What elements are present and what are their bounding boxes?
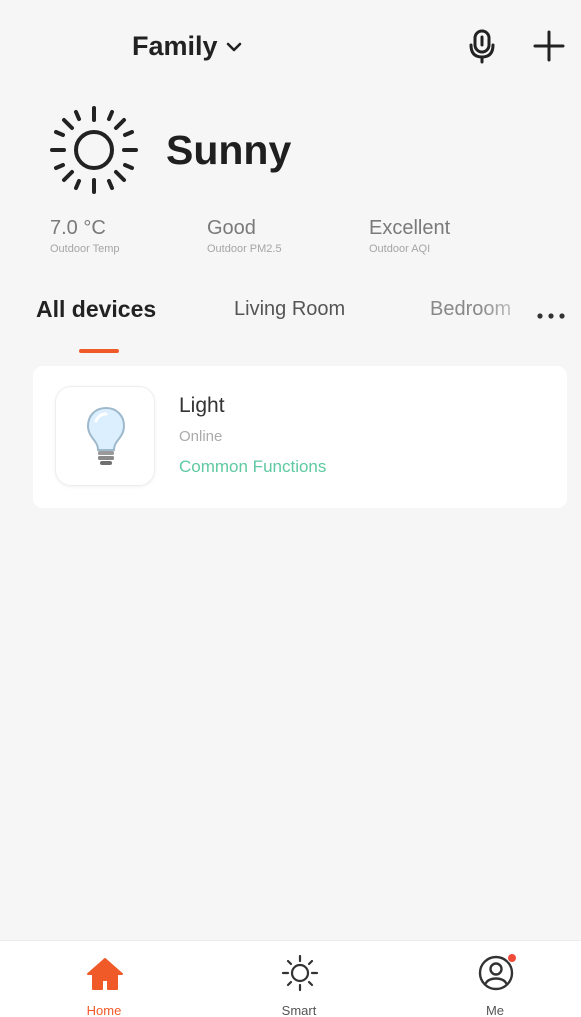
- home-icon: [87, 958, 123, 990]
- metric-value: 7.0 °C: [50, 217, 106, 239]
- metric-outdoor-temp: 7.0 °C Outdoor Temp: [50, 216, 120, 257]
- device-name: Light: [179, 394, 225, 417]
- metric-label: Outdoor AQI: [369, 243, 431, 255]
- nav-me[interactable]: Me: [455, 951, 535, 1017]
- light-bulb-icon: [86, 406, 126, 465]
- metric-value: Excellent: [369, 217, 451, 239]
- metric-label: Outdoor Temp: [50, 243, 120, 255]
- more-horizontal-icon[interactable]: [536, 310, 566, 322]
- home-selector[interactable]: Family: [132, 26, 242, 66]
- active-tab-indicator: [79, 349, 119, 353]
- sun-outline-icon: [281, 954, 319, 992]
- microphone-icon[interactable]: [466, 28, 498, 64]
- nav-label: Smart: [281, 1003, 317, 1017]
- bottom-nav: Home Smart Me: [0, 940, 581, 1017]
- sun-icon: [50, 106, 138, 194]
- tab-bedroom[interactable]: Bedroom: [430, 298, 511, 321]
- nav-label: Home: [86, 1003, 122, 1017]
- device-card-light[interactable]: Light Online Common Functions: [33, 366, 567, 508]
- home-name: Family: [132, 30, 218, 61]
- metric-value: Good: [207, 217, 256, 239]
- device-status: Online: [179, 428, 223, 445]
- nav-label: Me: [485, 1003, 505, 1017]
- device-thumbnail: [55, 386, 155, 486]
- common-functions-link[interactable]: Common Functions: [179, 457, 326, 477]
- metric-label: Outdoor PM2.5: [207, 243, 282, 255]
- tab-all-devices[interactable]: All devices: [36, 296, 156, 323]
- metric-outdoor-pm25: Good Outdoor PM2.5: [207, 216, 282, 257]
- room-tabs: All devices Living Room Bedroom: [0, 290, 581, 360]
- app-screen: Family Sunny 7.0 °C Outdoor Temp Good Ou…: [0, 0, 581, 1017]
- notification-badge: [507, 953, 517, 963]
- top-bar: Family: [0, 0, 581, 90]
- tab-living-room[interactable]: Living Room: [234, 298, 345, 321]
- metric-outdoor-aqi: Excellent Outdoor AQI: [369, 216, 450, 257]
- weather-condition: Sunny: [166, 127, 292, 173]
- nav-smart[interactable]: Smart: [259, 951, 339, 1017]
- tab-bedroom-wrapper: Bedroom: [430, 290, 540, 340]
- nav-home[interactable]: Home: [64, 951, 144, 1017]
- plus-icon[interactable]: [532, 29, 566, 63]
- chevron-down-icon: [226, 42, 241, 52]
